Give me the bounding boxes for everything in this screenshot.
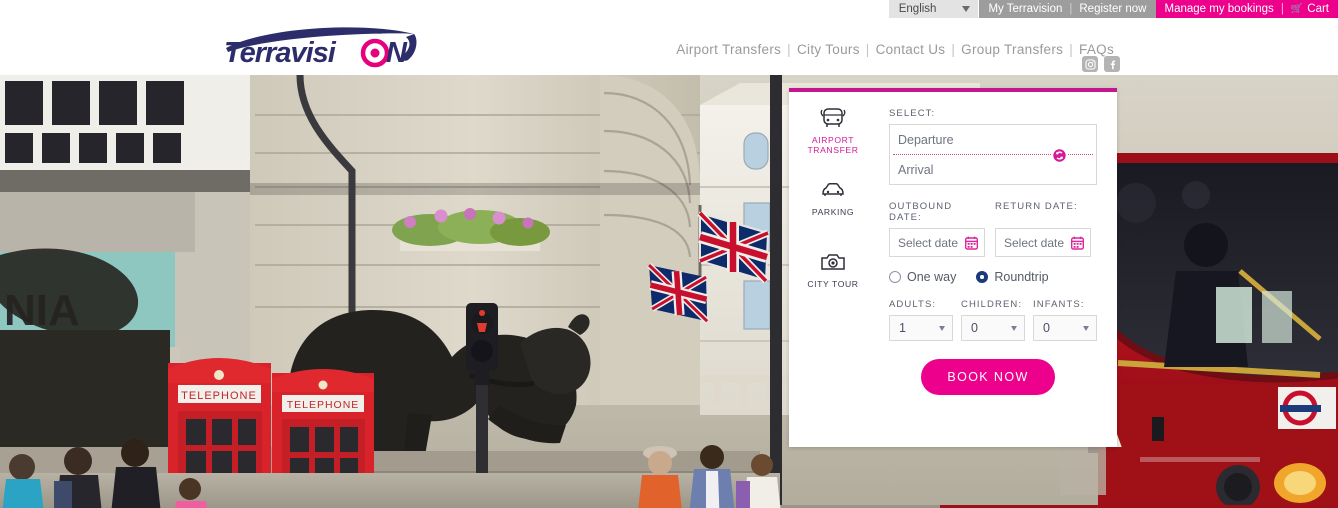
shopping-cart-icon: 🛒 [1290,3,1304,15]
top-utility-bar: English My Terravision | Register now Ma… [0,0,1338,18]
nav-item-airport-transfers[interactable]: Airport Transfers [670,42,787,57]
language-label: English [898,3,937,15]
main-navigation: Airport Transfers | City Tours | Contact… [670,42,1120,57]
return-date-value: Select date [1004,235,1065,250]
site-header: Terravisi N Airport Transfers | City Tou… [0,18,1338,75]
departure-placeholder-text: Departure [898,132,954,147]
radio-label: Roundtrip [994,270,1049,284]
infants-value: 0 [1043,321,1050,335]
radio-indicator [976,271,989,283]
svg-text:TELEPHONE: TELEPHONE [181,390,257,402]
camera-icon [821,254,845,270]
route-divider [893,147,1093,164]
instagram-icon[interactable] [1082,56,1098,72]
my-terravision-link[interactable]: My Terravision [988,3,1062,15]
svg-text:N: N [386,37,408,69]
arrival-placeholder-text: Arrival [898,162,934,177]
account-links-group: My Terravision | Register now [979,0,1156,18]
chevron-down-icon [1011,325,1017,331]
hero-photo: NIA [0,75,1338,508]
return-date-label: RETURN DATE: [995,201,1078,212]
tab-label: PARKING [811,207,855,217]
facebook-icon[interactable] [1104,56,1120,72]
radio-label: One way [907,270,957,284]
car-icon [822,183,844,196]
outbound-date-label: OUTBOUND DATE: [889,201,953,223]
route-selector: Departure Arrival [889,124,1097,185]
radio-one-way[interactable]: One way [889,270,956,284]
cart-link[interactable]: 🛒 Cart [1291,3,1329,15]
tab-airport-transfer[interactable]: AIRPORT TRANSFER [789,92,877,164]
bookings-cart-group: Manage my bookings | 🛒 Cart [1155,0,1338,18]
calendar-icon [965,236,978,250]
cart-label: Cart [1307,3,1329,15]
nav-item-faqs[interactable]: FAQs [1073,42,1120,57]
booking-form: SELECT: Departure Arrival OUTBOUND DATE:… [877,92,1117,447]
chevron-down-icon [1083,325,1089,331]
children-dropdown[interactable]: 0 [961,315,1025,341]
infants-dropdown[interactable]: 0 [1033,315,1097,341]
language-selector[interactable]: English [888,0,980,18]
children-value: 0 [971,321,978,335]
nav-separator: | [1069,3,1073,15]
nav-item-city-tours[interactable]: City Tours [791,42,866,57]
passengers-section: ADULTS: CHILDREN: INFANTS: 1 0 0 [889,299,1097,341]
terravision-logo[interactable]: Terravisi N [218,22,423,70]
chevron-down-icon [939,325,945,331]
outbound-date-field[interactable]: Select date [889,228,985,257]
radio-roundtrip[interactable]: Roundtrip [976,270,1049,284]
radio-indicator [889,271,901,283]
adults-value: 1 [899,321,906,335]
nav-item-contact-us[interactable]: Contact Us [870,42,952,57]
svg-text:TELEPHONE: TELEPHONE [287,399,360,411]
swap-refresh-icon[interactable] [1051,147,1068,164]
dates-section: OUTBOUND DATE: RETURN DATE: Select date … [889,201,1097,257]
children-label: CHILDREN: [961,299,1023,310]
social-links [1082,56,1120,72]
register-now-link[interactable]: Register now [1079,3,1146,15]
return-date-field[interactable]: Select date [995,228,1091,257]
adults-label: ADULTS: [889,299,937,310]
bus-icon [820,108,846,127]
nav-item-group-transfers[interactable]: Group Transfers [955,42,1069,57]
tab-label: CITY TOUR [807,279,859,289]
nav-separator: | [1280,3,1284,15]
booking-service-tabs: AIRPORT TRANSFER PARKING CITY TOUR [789,92,877,447]
tab-parking[interactable]: PARKING [789,164,877,236]
svg-text:Terravisi: Terravisi [224,37,337,69]
trip-type-group: One way Roundtrip [889,270,1097,284]
book-now-button[interactable]: BOOK NOW [921,359,1055,395]
calendar-icon [1071,236,1084,250]
booking-widget: AIRPORT TRANSFER PARKING CITY TOUR SELECT… [789,88,1117,447]
infants-label: INFANTS: [1033,299,1085,310]
chevron-down-icon [962,6,971,12]
tab-city-tour[interactable]: CITY TOUR [789,236,877,308]
tab-label: AIRPORT TRANSFER [807,135,859,155]
manage-bookings-link[interactable]: Manage my bookings [1165,3,1274,15]
book-now-wrapper: BOOK NOW [889,359,1097,395]
select-label: SELECT: [889,108,936,119]
outbound-date-value: Select date [898,235,959,250]
adults-dropdown[interactable]: 1 [889,315,953,341]
